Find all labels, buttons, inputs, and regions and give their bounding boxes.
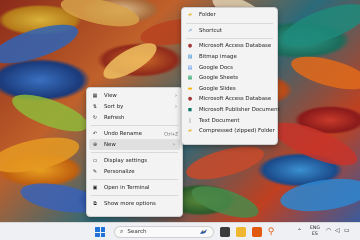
new-item-folder[interactable]: ▰ Folder [182,10,277,21]
lang-bottom: ES [312,231,318,237]
menu-item-label: Shortcut [199,27,222,34]
chevron-right-icon: › [173,141,175,148]
text-document-icon: ▯ [188,117,192,124]
new-plus-icon: ⊕ [92,141,98,148]
menu-item-label: Microsoft Access Database [199,96,272,103]
new-item-google-sheets[interactable]: ▦ Google Sheets [182,73,277,84]
wifi-icon[interactable]: ◠ [326,228,331,234]
menu-separator [91,125,178,126]
terminal-icon: ▣ [92,184,98,191]
display-icon: ▭ [92,157,98,164]
windows-start-icon[interactable] [95,227,105,237]
menu-separator [186,38,273,40]
menu-item-label: Google Docs [199,64,233,71]
app-search-icon[interactable]: ⚲ [266,227,276,237]
undo-icon: ↶ [92,130,98,137]
shortcut-hint: Ctrl+Z [164,131,178,136]
menu-separator [91,152,178,153]
shortcut-icon: ↗ [187,27,193,34]
access-db-icon: ● [187,43,193,50]
new-item-access-database[interactable]: ● Microsoft Access Database [182,41,277,52]
zip-folder-icon: ▰ [188,128,192,135]
task-view-icon[interactable] [220,227,230,237]
new-submenu: ▰ Folder ↗ Shortcut ● Microsoft Access D… [181,7,280,145]
menu-item-label: Microsoft Access Database [199,43,272,50]
new-item-google-docs[interactable]: ▤ Google Docs [182,62,277,73]
menu-item-label: View [104,92,117,99]
menu-item-sort-by[interactable]: ⇅ Sort by › [87,101,182,112]
menu-separator [91,195,178,196]
menu-item-label: Display settings [104,157,148,164]
menu-item-new[interactable]: ⊕ New › [89,139,180,150]
lang-top: ENG [310,226,320,231]
new-item-shortcut[interactable]: ↗ Shortcut [182,26,277,37]
search-highlight-bird-icon [199,229,208,234]
menu-item-label: Sort by [104,103,124,110]
menu-item-label: Bitmap image [199,54,237,61]
menu-item-label: Undo Rename [104,130,142,137]
new-item-text-document[interactable]: ▯ Text Document [182,115,277,126]
desktop-context-menu: ▦ View › ⇅ Sort by › ↻ Refresh ↶ Undo Re… [86,87,183,217]
menu-item-personalize[interactable]: ✎ Personalize [87,166,182,177]
view-grid-icon: ▦ [92,92,98,99]
menu-item-label: Open in Terminal [104,184,150,191]
menu-item-label: Show more options [104,200,156,207]
publisher-icon: ◼ [187,107,193,114]
menu-item-label: Folder [199,12,216,19]
menu-item-label: Refresh [104,114,125,121]
chevron-right-icon: › [175,92,177,99]
menu-item-view[interactable]: ▦ View › [87,90,182,101]
new-item-bitmap[interactable]: ▨ Bitmap image [182,52,277,63]
google-sheets-icon: ▦ [187,75,193,82]
search-icon: ⌕ [120,228,124,235]
file-explorer-icon[interactable] [236,227,246,237]
menu-item-label: Personalize [104,168,135,175]
menu-item-label: Google Sheets [199,75,239,82]
menu-item-open-terminal[interactable]: ▣ Open in Terminal [87,182,182,193]
menu-item-label: Google Slides [199,85,236,92]
google-slides-icon: ▬ [187,85,193,92]
new-item-google-slides[interactable]: ▬ Google Slides [182,84,277,95]
folder-icon: ▰ [188,12,192,19]
search-label: Search [127,229,147,235]
menu-item-show-more-options[interactable]: ⧉ Show more options [87,198,182,209]
taskbar-search-box[interactable]: ⌕ Search [114,226,214,238]
tray-chevron-icon[interactable]: ⌃ [297,229,302,235]
app-icon-orange[interactable] [252,227,262,237]
menu-item-label: Text Document [199,117,240,124]
menu-item-undo-rename[interactable]: ↶ Undo Rename Ctrl+Z [87,128,182,139]
personalize-brush-icon: ✎ [92,168,98,175]
menu-separator [91,179,178,180]
menu-item-display-settings[interactable]: ▭ Display settings [87,155,182,166]
menu-item-label: Microsoft Publisher Document [199,107,280,114]
sort-icon: ⇅ [92,103,98,110]
language-indicator[interactable]: ENG ES [310,226,320,237]
menu-separator [186,22,273,24]
battery-icon[interactable]: ▭ [344,228,350,234]
bitmap-icon: ▨ [187,54,193,61]
new-item-zip-folder[interactable]: ▰ Compressed (zipped) Folder [182,126,277,137]
new-item-publisher[interactable]: ◼ Microsoft Publisher Document [182,105,280,116]
menu-item-label: New [104,141,116,148]
access-db-icon: ● [187,96,193,103]
chevron-right-icon: › [175,103,177,110]
new-item-access-database-2[interactable]: ● Microsoft Access Database [182,94,277,105]
volume-icon[interactable]: ◁ [335,228,340,234]
taskbar: ⌕ Search ⚲ ⌃ ENG ES ◠ ◁ ▭ [0,222,360,240]
menu-item-label: Compressed (zipped) Folder [199,128,275,135]
refresh-icon: ↻ [92,114,98,121]
google-docs-icon: ▤ [187,64,193,71]
menu-item-refresh[interactable]: ↻ Refresh [87,112,182,123]
more-options-icon: ⧉ [93,200,97,207]
